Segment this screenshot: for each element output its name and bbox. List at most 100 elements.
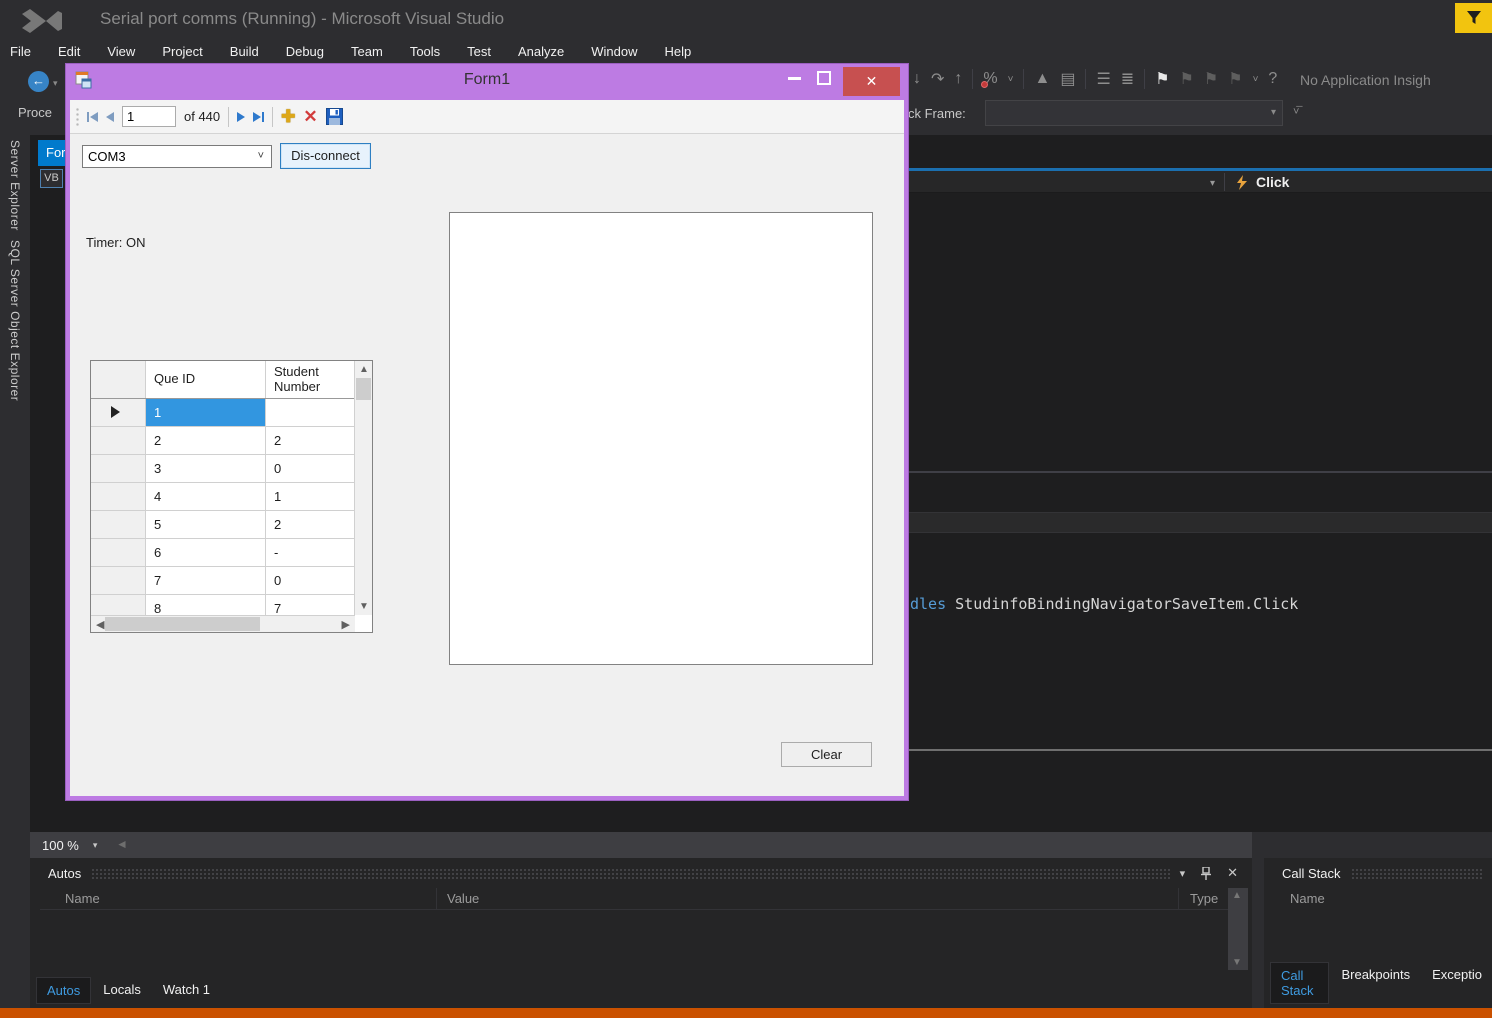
cell-student-number[interactable]: 0 <box>266 567 355 594</box>
scroll-up-icon[interactable]: ▲ <box>1232 890 1242 901</box>
grid-row[interactable]: 5 2 <box>91 511 355 539</box>
row-selector[interactable] <box>91 567 146 594</box>
column-header-name[interactable]: Name <box>65 891 100 906</box>
navigate-up-icon[interactable]: ↑ <box>954 70 962 88</box>
tab-locals[interactable]: Locals <box>93 977 151 1004</box>
grid-horizontal-scrollbar[interactable]: ◀ ▶ <box>91 615 355 632</box>
outdent-icon[interactable]: ≣ <box>1121 69 1134 89</box>
grid-row[interactable]: 3 0 <box>91 455 355 483</box>
menu-debug[interactable]: Debug <box>286 44 324 59</box>
next-bookmark-icon[interactable]: ⚑ <box>1204 69 1218 89</box>
menu-help[interactable]: Help <box>665 44 692 59</box>
cell-student-number[interactable]: 2 <box>266 427 355 454</box>
scroll-down-icon[interactable]: ▼ <box>359 601 369 612</box>
close-icon[interactable]: ✕ <box>1227 865 1238 881</box>
toolbar-overflow-caret-icon[interactable]: ˅ <box>1253 74 1259 85</box>
row-selector[interactable] <box>91 511 146 538</box>
grid-row[interactable]: 2 2 <box>91 427 355 455</box>
editor-zoom-control[interactable]: 100 % ▾ <box>36 835 103 855</box>
sidebar-tab-sql-server-object-explorer[interactable]: SQL Server Object Explorer <box>8 240 22 401</box>
toolstrip-grip[interactable] <box>76 107 79 127</box>
indent-icon[interactable]: ☰ <box>1096 69 1110 89</box>
cell-que-id[interactable]: 5 <box>146 511 266 538</box>
column-header-student-number[interactable]: Student Number <box>266 361 355 398</box>
toolbar-overflow-caret-icon[interactable]: ˅̅ <box>1293 106 1299 118</box>
cell-student-number[interactable]: - <box>266 539 355 566</box>
move-last-button[interactable] <box>253 112 264 122</box>
show-next-statement-icon[interactable]: ▲ <box>1034 70 1050 88</box>
clear-button[interactable]: Clear <box>781 742 872 767</box>
cell-que-id[interactable]: 3 <box>146 455 266 482</box>
window-position-caret-icon[interactable]: ▾ <box>1180 867 1186 880</box>
bookmark-icon[interactable]: ⚑ <box>1155 69 1169 89</box>
column-header-name[interactable]: Name <box>1290 891 1325 906</box>
menu-test[interactable]: Test <box>467 44 491 59</box>
navigate-backward-icon[interactable]: ← <box>28 71 49 92</box>
row-selector[interactable] <box>91 455 146 482</box>
menu-team[interactable]: Team <box>351 44 383 59</box>
cell-student-number[interactable]: 1 <box>266 483 355 510</box>
cell-student-number[interactable]: 0 <box>266 455 355 482</box>
menu-build[interactable]: Build <box>230 44 259 59</box>
close-button[interactable]: ✕ <box>843 67 900 96</box>
editor-horizontal-scrollbar-row[interactable]: 100 % ▾ ◄ <box>30 832 1252 858</box>
cell-student-number[interactable] <box>266 399 355 426</box>
chevron-down-icon[interactable]: ▾ <box>1210 178 1215 189</box>
sidebar-tab-server-explorer[interactable]: Server Explorer <box>8 140 22 231</box>
previous-bookmark-icon[interactable]: ⚑ <box>1180 69 1194 89</box>
minimize-button[interactable] <box>788 77 801 80</box>
cell-que-id[interactable]: 1 <box>146 399 266 426</box>
toolbar-overflow-caret-icon[interactable]: ˅ <box>1008 74 1014 85</box>
cell-que-id[interactable]: 6 <box>146 539 266 566</box>
row-selector[interactable] <box>91 539 146 566</box>
scrollbar-thumb[interactable] <box>356 378 371 400</box>
grid-row[interactable]: 7 0 <box>91 567 355 595</box>
form1-titlebar[interactable]: Form1 ✕ <box>66 64 908 100</box>
menu-window[interactable]: Window <box>591 44 637 59</box>
delete-button[interactable]: ✕ <box>303 107 317 127</box>
menu-file[interactable]: File <box>10 44 31 59</box>
document-tab-form1[interactable]: For <box>38 140 66 166</box>
grid-row[interactable]: 1 <box>91 399 355 427</box>
autos-panel-header[interactable]: Autos ▾ ✕ <box>30 862 1252 884</box>
run-to-cursor-icon[interactable]: ▤ <box>1060 69 1075 89</box>
menu-tools[interactable]: Tools <box>410 44 440 59</box>
row-selector-header[interactable] <box>91 361 146 398</box>
clear-bookmarks-icon[interactable]: ⚑ <box>1228 69 1242 89</box>
stack-frame-combo[interactable]: ▾ <box>985 100 1283 126</box>
column-header-type[interactable]: Type <box>1190 891 1218 906</box>
student-data-grid[interactable]: Que ID Student Number 1 2 2 3 0 <box>90 360 373 633</box>
save-button[interactable] <box>326 108 343 125</box>
call-stack-panel-header[interactable]: Call Stack <box>1264 862 1492 884</box>
cell-que-id[interactable]: 7 <box>146 567 266 594</box>
serial-output-textbox[interactable] <box>449 212 873 665</box>
event-combo-value[interactable]: Click <box>1256 174 1289 190</box>
feedback-button[interactable] <box>1455 3 1492 33</box>
move-first-button[interactable] <box>87 112 98 122</box>
move-next-button[interactable] <box>237 112 245 122</box>
row-selector[interactable] <box>91 483 146 510</box>
menu-view[interactable]: View <box>107 44 135 59</box>
disconnect-button[interactable]: Dis-connect <box>280 143 371 169</box>
menu-project[interactable]: Project <box>162 44 202 59</box>
help-balloon-icon[interactable]: ? <box>1268 70 1277 88</box>
navigate-back-caret-icon[interactable]: ▾ <box>53 78 58 89</box>
move-previous-button[interactable] <box>106 112 114 122</box>
tab-call-stack[interactable]: Call Stack <box>1270 962 1329 1004</box>
undo-icon[interactable]: ↷ <box>931 69 944 89</box>
tab-exception-settings[interactable]: Exceptio <box>1422 962 1492 1004</box>
scroll-up-icon[interactable]: ▲ <box>359 364 369 375</box>
cell-student-number[interactable]: 2 <box>266 511 355 538</box>
menu-analyze[interactable]: Analyze <box>518 44 564 59</box>
maximize-button[interactable] <box>817 71 831 85</box>
grid-row[interactable]: 4 1 <box>91 483 355 511</box>
cell-que-id[interactable]: 2 <box>146 427 266 454</box>
grid-vertical-scrollbar[interactable]: ▲ ▼ <box>354 361 372 615</box>
row-selector[interactable] <box>91 399 146 426</box>
tab-breakpoints[interactable]: Breakpoints <box>1331 962 1420 1004</box>
autos-scrollbar[interactable]: ▲ ▼ <box>1228 888 1248 970</box>
scroll-right-icon[interactable]: ▶ <box>342 618 350 631</box>
cell-que-id[interactable]: 4 <box>146 483 266 510</box>
scroll-left-icon[interactable]: ◀ <box>96 618 104 631</box>
pin-icon[interactable] <box>1201 867 1211 880</box>
